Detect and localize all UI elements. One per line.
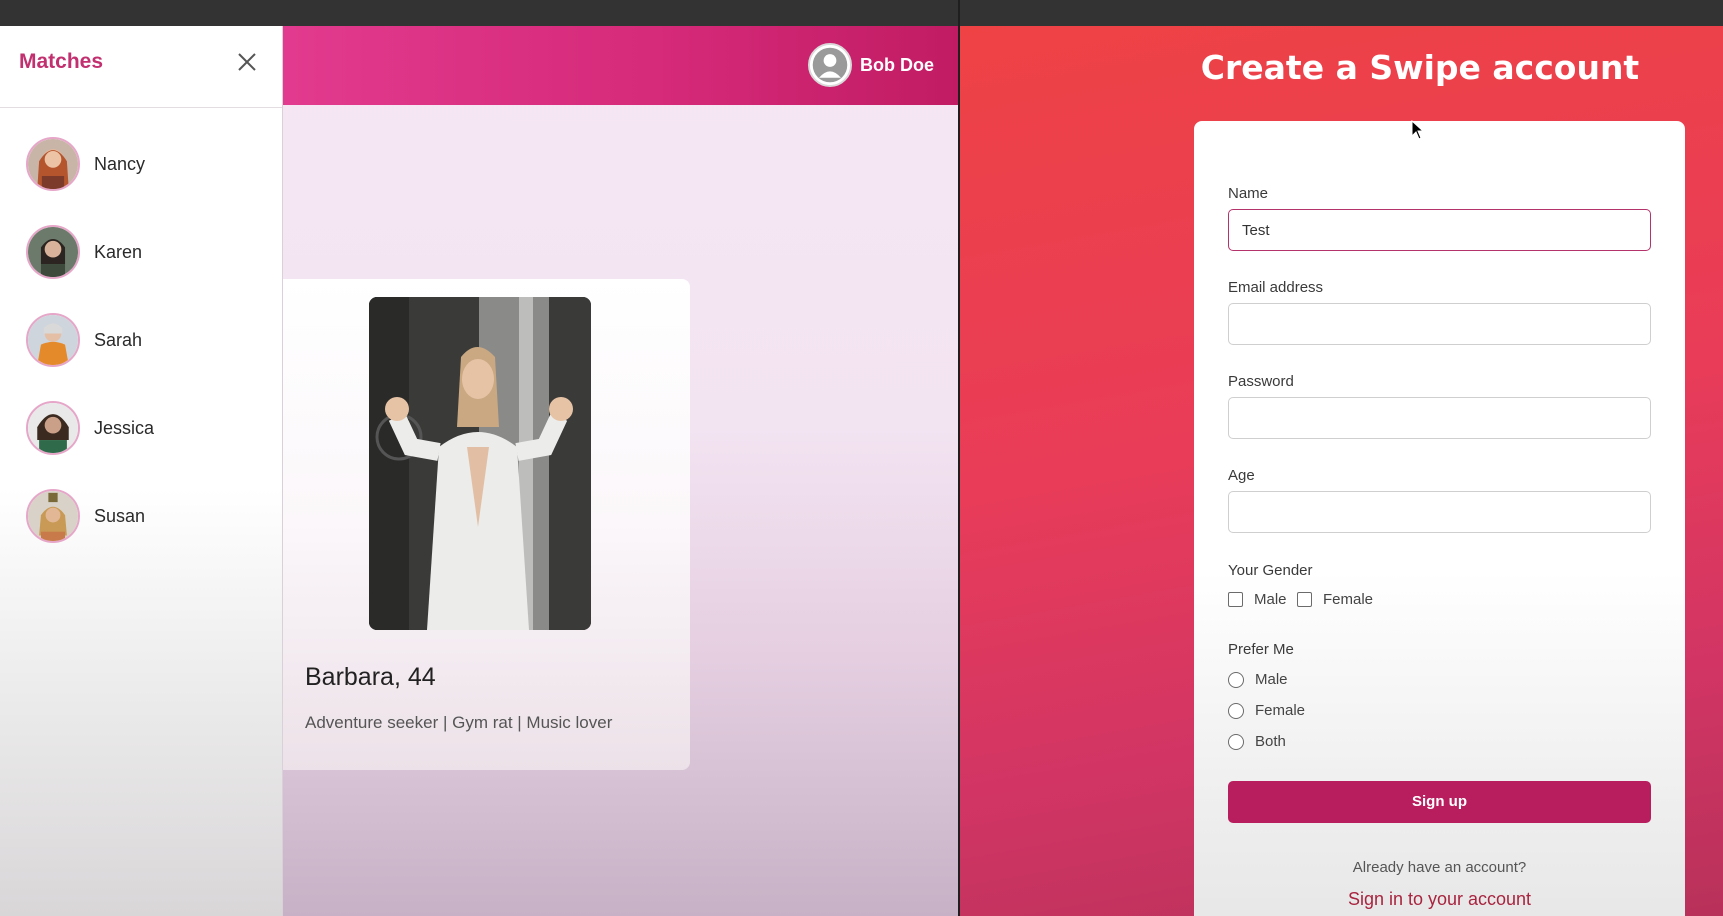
- checkbox-icon: [1228, 592, 1243, 607]
- app-header: Bob Doe: [283, 26, 958, 105]
- match-name: Nancy: [94, 153, 146, 174]
- profile-card[interactable]: Barbara, 44 Adventure seeker | Gym rat |…: [283, 279, 690, 770]
- profile-photo: [369, 297, 591, 630]
- prefer-male-radio[interactable]: Male: [1228, 671, 1288, 688]
- age-input[interactable]: [1228, 491, 1651, 533]
- match-name: Susan: [94, 505, 146, 526]
- gender-option-label: Male: [1254, 591, 1287, 608]
- match-name: Sarah: [94, 329, 143, 350]
- match-name: Karen: [94, 241, 143, 262]
- matches-sidebar: Matches Nancy Karen Sarah Jessica Susan: [0, 26, 283, 916]
- match-item-susan[interactable]: Susan: [26, 488, 266, 544]
- match-item-jessica[interactable]: Jessica: [26, 400, 266, 456]
- avatar: [26, 137, 80, 191]
- mouse-cursor-icon: [1411, 120, 1425, 140]
- user-name: Bob Doe: [860, 54, 934, 75]
- signup-window: Create a Swipe account Name Email addres…: [960, 26, 1723, 916]
- signup-title: Create a Swipe account: [1200, 48, 1640, 87]
- checkbox-icon: [1297, 592, 1312, 607]
- prefer-option-label: Male: [1255, 671, 1288, 688]
- match-item-sarah[interactable]: Sarah: [26, 312, 266, 368]
- browser-top-bar: [0, 0, 1723, 26]
- profile-name-age: Barbara, 44: [305, 663, 436, 691]
- signup-form: Name Email address Password Age Your Gen…: [1194, 121, 1685, 916]
- match-name: Jessica: [94, 417, 155, 438]
- password-input[interactable]: [1228, 397, 1651, 439]
- radio-icon: [1228, 671, 1244, 688]
- match-item-nancy[interactable]: Nancy: [26, 136, 266, 192]
- signup-button[interactable]: Sign up: [1228, 781, 1651, 823]
- gender-option-label: Female: [1323, 591, 1374, 608]
- avatar: [26, 225, 80, 279]
- avatar: [26, 401, 80, 455]
- email-label: Email address: [1228, 279, 1324, 296]
- name-label: Name: [1228, 185, 1269, 202]
- radio-icon: [1228, 733, 1244, 750]
- sidebar-title: Matches: [19, 50, 104, 73]
- sidebar-header: Matches: [0, 26, 282, 108]
- profile-bio: Adventure seeker | Gym rat | Music lover: [305, 713, 613, 732]
- prefer-label: Prefer Me: [1228, 641, 1294, 658]
- radio-icon: [1228, 702, 1244, 719]
- close-sidebar-button[interactable]: [233, 48, 261, 76]
- prefer-female-radio[interactable]: Female: [1228, 702, 1305, 719]
- user-avatar-icon: [808, 43, 852, 87]
- user-menu[interactable]: Bob Doe: [808, 43, 934, 87]
- prefer-both-radio[interactable]: Both: [1228, 733, 1286, 750]
- gender-label: Your Gender: [1228, 562, 1313, 579]
- match-item-karen[interactable]: Karen: [26, 224, 266, 280]
- gender-male-checkbox[interactable]: Male: [1228, 591, 1287, 608]
- prefer-option-label: Both: [1255, 733, 1286, 750]
- avatar: [26, 313, 80, 367]
- password-label: Password: [1228, 373, 1294, 390]
- name-input[interactable]: [1228, 209, 1651, 251]
- email-input[interactable]: [1228, 303, 1651, 345]
- prefer-option-label: Female: [1255, 702, 1306, 719]
- age-label: Age: [1228, 467, 1255, 484]
- already-have-account-text: Already have an account?: [1352, 859, 1527, 876]
- sign-in-link[interactable]: Sign in to your account: [1194, 889, 1685, 910]
- avatar: [26, 489, 80, 543]
- gender-female-checkbox[interactable]: Female: [1297, 591, 1373, 608]
- close-icon: [238, 53, 256, 71]
- swipe-app-window: Matches Nancy Karen Sarah Jessica Susan …: [0, 26, 958, 916]
